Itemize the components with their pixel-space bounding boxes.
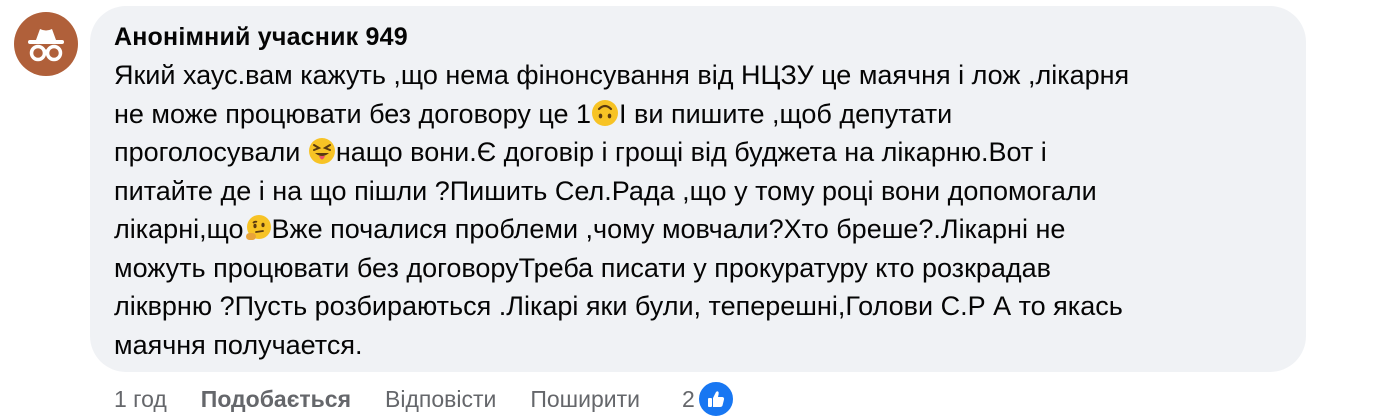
comment-line: питайте де і на що пішли ?Пишить Сел.Рад…	[114, 172, 1282, 211]
comment-text-segment: лікарні,що	[114, 214, 244, 244]
comment-text-segment: маячня получается.	[114, 329, 363, 360]
comment-text-segment: питайте де і на що пішли ?Пишить Сел.Рад…	[114, 175, 1097, 206]
reactions-summary[interactable]: 2	[682, 380, 735, 418]
comment-line: не може процювати без договору це 1 І ви…	[114, 95, 1282, 134]
comment-text-segment: Вже почалися проблеми ,чому мовчали?Хто …	[271, 214, 1066, 244]
thumbs-up-icon	[696, 380, 735, 418]
comment-actions: 1 год Подобається Відповісти Поширити 2	[114, 380, 735, 418]
incognito-icon	[28, 29, 64, 62]
timestamp-link[interactable]: 1 год	[114, 382, 167, 416]
squinting-tongue-face-icon	[308, 138, 335, 164]
comment-line: лікарні,що Вже почалися проблеми ,чому м…	[114, 210, 1282, 249]
reply-button[interactable]: Відповісти	[385, 382, 496, 416]
comment-bubble: Анонімний учасник 949 Який хаус.вам кажу…	[90, 6, 1306, 372]
upside-down-face-icon	[592, 99, 619, 126]
comment-line: маячня получается.	[114, 326, 1282, 365]
comment-text-segment: лікврню ?Пусть розбираються .Лікарі яки …	[114, 291, 1123, 321]
comment-line: можуть процювати без договоруТреба писат…	[114, 249, 1282, 288]
reaction-count: 2	[682, 386, 695, 412]
avatar[interactable]	[14, 12, 78, 76]
like-button[interactable]: Подобається	[201, 382, 351, 416]
comment-text-segment: І ви пишите ,щоб депутати	[619, 98, 953, 129]
comment-text: Який хаус.вам кажуть ,що нема фінонсуван…	[114, 56, 1282, 364]
comment-author[interactable]: Анонімний учасник 949	[114, 20, 1282, 54]
comment-line: проголосували нащо вони.Є договір і грощ…	[114, 133, 1282, 172]
comment-text-segment: Який хаус.вам кажуть ,що нема фінонсуван…	[114, 60, 1130, 90]
comment-text-segment: нащо вони.Є договір і грощі від буджета …	[335, 137, 1047, 167]
thinking-face-icon	[245, 215, 271, 240]
comment-text-segment: проголосували	[114, 137, 308, 167]
comment-line: Який хаус.вам кажуть ,що нема фінонсуван…	[114, 56, 1282, 95]
comment-text-segment: можуть процювати без договоруТреба писат…	[114, 252, 1052, 283]
comment-text-segment: не може процювати без договору це 1	[114, 98, 592, 129]
share-button[interactable]: Поширити	[530, 382, 640, 416]
comment-line: лікврню ?Пусть розбираються .Лікарі яки …	[114, 287, 1282, 326]
